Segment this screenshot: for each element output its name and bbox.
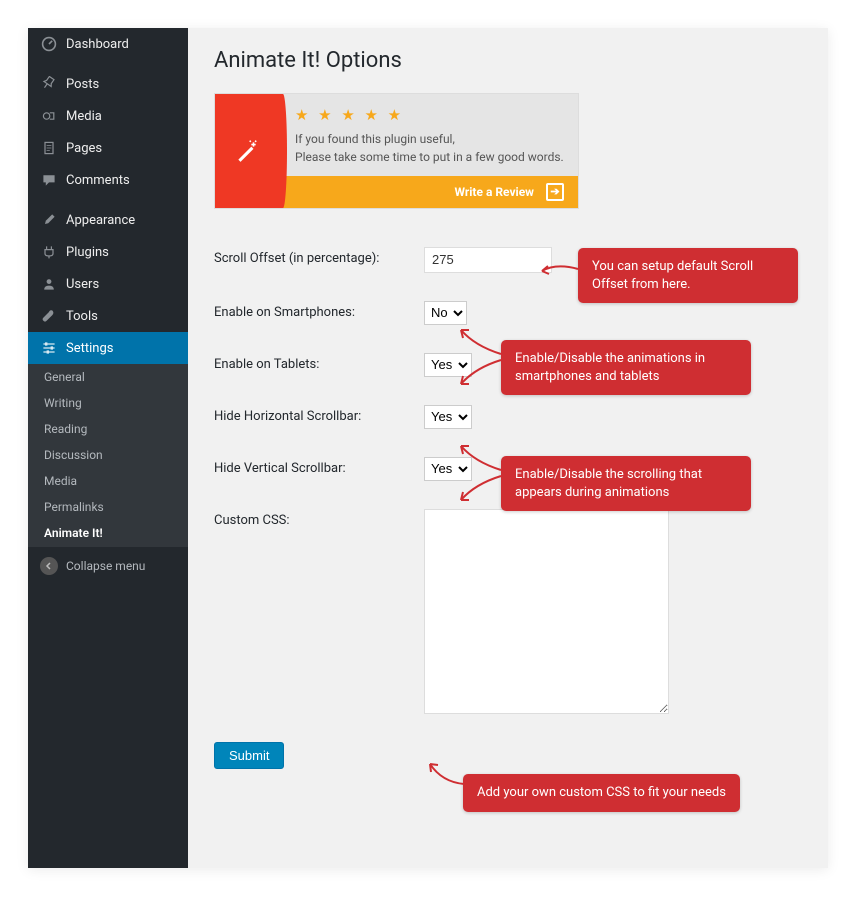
enable-smartphones-label: Enable on Smartphones: [214, 301, 424, 320]
wand-icon [215, 94, 279, 208]
dashboard-icon [40, 35, 58, 53]
enable-smartphones-select[interactable]: No [424, 301, 467, 325]
submenu-discussion[interactable]: Discussion [28, 442, 188, 468]
hide-hscroll-select[interactable]: Yes [424, 405, 472, 429]
annotation-arrow-icon [426, 760, 468, 790]
arrow-right-icon: ➔ [546, 183, 564, 201]
annotation-custom-css: Add your own custom CSS to fit your need… [463, 774, 740, 812]
hide-vscroll-label: Hide Vertical Scrollbar: [214, 457, 424, 476]
sidebar-item-posts[interactable]: Posts [28, 68, 188, 100]
sidebar-item-label: Settings [66, 341, 113, 356]
star-rating-icon: ★ ★ ★ ★ ★ [295, 104, 564, 127]
sidebar-item-label: Plugins [66, 245, 109, 260]
submenu-reading[interactable]: Reading [28, 416, 188, 442]
sidebar-item-label: Pages [66, 141, 102, 156]
sidebar-item-plugins[interactable]: Plugins [28, 236, 188, 268]
sidebar-item-media[interactable]: Media [28, 100, 188, 132]
annotation-scroll-offset: You can setup default Scroll Offset from… [578, 248, 798, 303]
custom-css-label: Custom CSS: [214, 509, 424, 528]
collapse-label: Collapse menu [66, 559, 145, 573]
settings-submenu: General Writing Reading Discussion Media… [28, 364, 188, 546]
annotation-hide-scrollbars: Enable/Disable the scrolling that appear… [501, 456, 751, 511]
scroll-offset-input[interactable] [424, 247, 552, 273]
submenu-animate-it[interactable]: Animate It! [28, 520, 188, 546]
pages-icon [40, 139, 58, 157]
submenu-media[interactable]: Media [28, 468, 188, 494]
sidebar-item-dashboard[interactable]: Dashboard [28, 28, 188, 60]
sidebar-item-appearance[interactable]: Appearance [28, 204, 188, 236]
annotation-arrow-icon [455, 440, 505, 510]
sidebar-item-comments[interactable]: Comments [28, 164, 188, 196]
sidebar-item-label: Users [66, 277, 99, 292]
sliders-icon [40, 339, 58, 357]
review-text-1: If you found this plugin useful, [295, 130, 564, 148]
sidebar-item-users[interactable]: Users [28, 268, 188, 300]
user-icon [40, 275, 58, 293]
sidebar-item-label: Appearance [66, 213, 135, 228]
admin-sidebar: Dashboard Posts Media Pages Comments App… [28, 28, 188, 868]
sidebar-item-pages[interactable]: Pages [28, 132, 188, 164]
comments-icon [40, 171, 58, 189]
sidebar-item-label: Posts [66, 77, 99, 92]
enable-tablets-label: Enable on Tablets: [214, 353, 424, 372]
custom-css-textarea[interactable] [424, 509, 669, 714]
brush-icon [40, 211, 58, 229]
annotation-arrow-icon [538, 261, 580, 281]
sidebar-item-label: Media [66, 109, 102, 124]
collapse-icon [40, 557, 58, 575]
sidebar-item-label: Dashboard [66, 37, 129, 52]
collapse-menu-button[interactable]: Collapse menu [28, 546, 188, 585]
main-content: Animate It! Options ★ ★ ★ ★ ★ If you fou… [188, 28, 828, 868]
review-text-2: Please take some time to put in a few go… [295, 148, 564, 166]
submit-button[interactable]: Submit [214, 742, 284, 769]
annotation-arrow-icon [455, 324, 505, 394]
scroll-offset-label: Scroll Offset (in percentage): [214, 247, 424, 266]
sidebar-item-label: Tools [66, 309, 98, 324]
sidebar-item-tools[interactable]: Tools [28, 300, 188, 332]
submenu-writing[interactable]: Writing [28, 390, 188, 416]
review-cta-label: Write a Review [454, 185, 534, 199]
submenu-general[interactable]: General [28, 364, 188, 390]
submenu-permalinks[interactable]: Permalinks [28, 494, 188, 520]
hide-hscroll-label: Hide Horizontal Scrollbar: [214, 405, 424, 424]
pin-icon [40, 75, 58, 93]
wrench-icon [40, 307, 58, 325]
review-banner: ★ ★ ★ ★ ★ If you found this plugin usefu… [214, 93, 579, 209]
page-title: Animate It! Options [214, 48, 802, 73]
sidebar-item-settings[interactable]: Settings [28, 332, 188, 364]
annotation-enable-devices: Enable/Disable the animations in smartph… [501, 340, 751, 395]
plug-icon [40, 243, 58, 261]
sidebar-item-label: Comments [66, 173, 130, 188]
media-icon [40, 107, 58, 125]
